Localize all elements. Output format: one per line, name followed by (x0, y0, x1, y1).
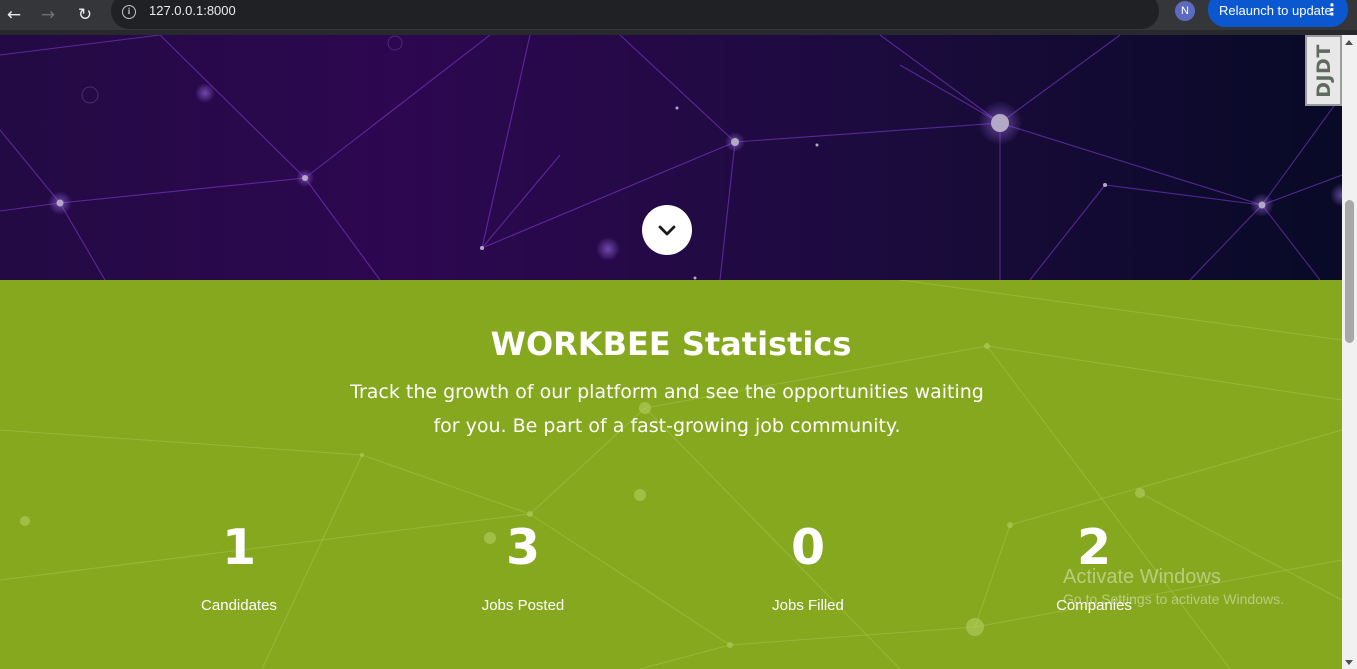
scroll-down-arrow-icon[interactable] (1345, 660, 1353, 665)
statistics-section: WORKBEE Statistics Track the growth of o… (0, 280, 1342, 669)
relaunch-label: Relaunch to update (1219, 3, 1332, 18)
url-text[interactable]: 127.0.0.1:8000 (149, 3, 236, 18)
stat-label: Jobs Posted (481, 597, 565, 614)
kebab-menu-icon[interactable]: ⋮ (1324, 0, 1340, 19)
hero-section (0, 35, 1342, 280)
profile-avatar[interactable]: N (1175, 1, 1195, 21)
stat-label: Jobs Filled (772, 597, 844, 614)
djdt-logo: DJDT (1312, 43, 1335, 98)
chevron-down-icon (658, 225, 676, 236)
scroll-down-button[interactable] (642, 205, 692, 255)
scroll-up-arrow-icon[interactable] (1345, 40, 1353, 45)
address-bar[interactable]: i 127.0.0.1:8000 ☆ (111, 0, 1255, 29)
stats-title: WORKBEE Statistics (490, 325, 852, 363)
site-info-icon[interactable]: i (122, 5, 136, 19)
stat-value: 0 (790, 519, 826, 576)
stats-description: Track the growth of our platform and see… (350, 381, 984, 437)
forward-arrow-icon[interactable]: → (35, 2, 61, 28)
stat-label: Candidates (201, 597, 277, 614)
stat-label: Companies (1056, 597, 1132, 614)
stat-value: 1 (221, 519, 257, 576)
reload-icon[interactable]: ↻ (72, 2, 98, 28)
scrollbar-thumb[interactable] (1345, 200, 1354, 343)
stat-companies: 2 Companies (974, 519, 1214, 615)
stat-candidates: 1 Candidates (119, 519, 359, 615)
page-viewport: DJDT WORKBEE Statistics Track the growth… (0, 35, 1342, 669)
browser-toolbar: ← → ↻ i 127.0.0.1:8000 ☆ N Relaunch to u… (0, 0, 1357, 30)
stat-value: 2 (1076, 519, 1112, 576)
relaunch-button[interactable]: Relaunch to update ⋮ (1208, 0, 1348, 27)
django-debug-toolbar-handle[interactable]: DJDT (1305, 35, 1342, 106)
page-scrollbar[interactable] (1342, 35, 1357, 669)
back-arrow-icon[interactable]: ← (1, 2, 27, 28)
stat-jobs-posted: 3 Jobs Posted (403, 519, 643, 615)
stat-value: 3 (505, 519, 541, 576)
stat-jobs-filled: 0 Jobs Filled (688, 519, 928, 615)
